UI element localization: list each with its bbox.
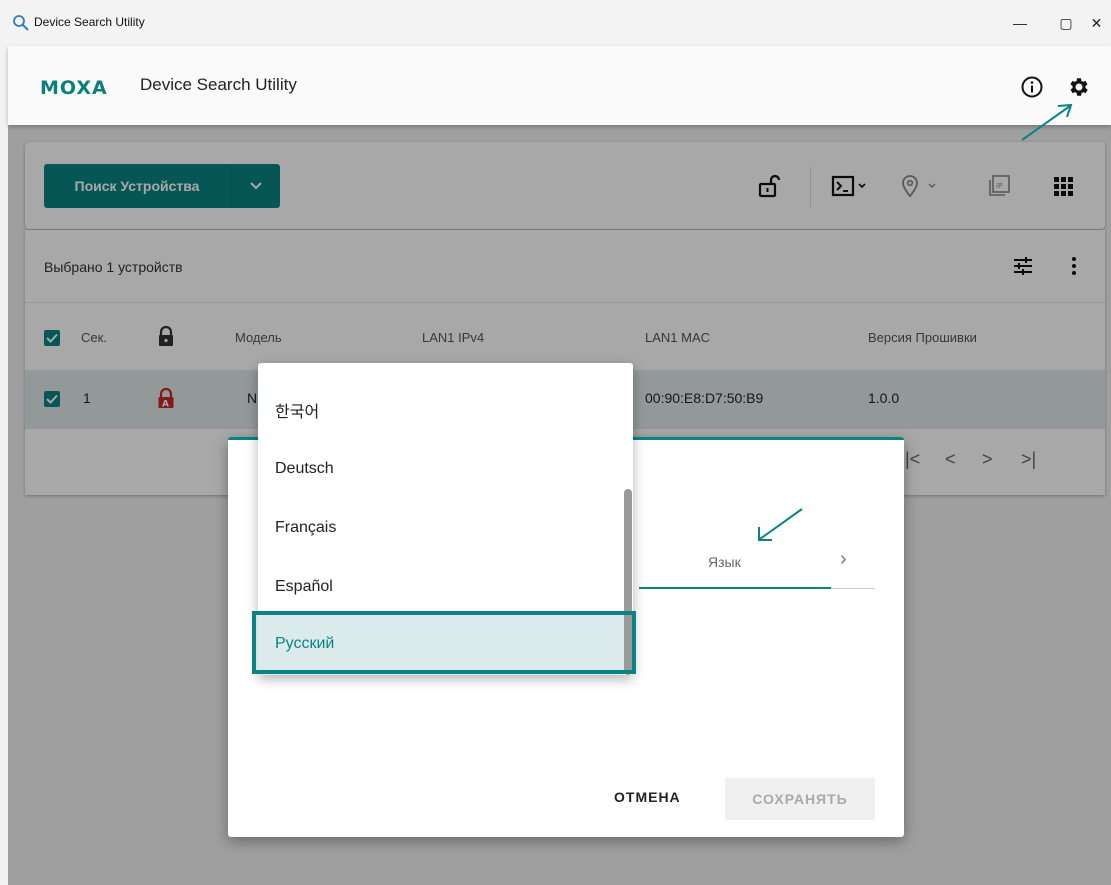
minimize-button[interactable]: — xyxy=(997,0,1043,46)
close-button[interactable]: ✕ xyxy=(1082,0,1111,46)
cancel-button[interactable]: ОТМЕНА xyxy=(614,789,681,805)
window-title: Device Search Utility xyxy=(34,15,145,29)
app-search-icon xyxy=(13,15,29,31)
annotation-arrow-gear-icon xyxy=(1021,103,1073,141)
language-option-korean[interactable]: 한국어 xyxy=(258,381,624,439)
selection-highlight-box xyxy=(252,611,636,674)
annotation-arrow-language-icon xyxy=(758,508,803,541)
app-header: MOXA Device Search Utility xyxy=(8,46,1111,125)
language-field-label[interactable]: Язык xyxy=(708,554,741,570)
field-divider xyxy=(831,588,875,589)
info-icon[interactable] xyxy=(1020,75,1044,99)
chevron-right-icon[interactable]: › xyxy=(840,548,847,571)
moxa-logo: MOXA xyxy=(40,77,108,99)
gear-icon[interactable] xyxy=(1066,75,1090,99)
language-option-german[interactable]: Deutsch xyxy=(258,440,624,498)
language-field-underline xyxy=(639,587,831,589)
save-button[interactable]: СОХРАНЯТЬ xyxy=(725,778,875,820)
language-option-french[interactable]: Français xyxy=(258,499,624,557)
window-titlebar: Device Search Utility — ▢ ✕ xyxy=(0,0,1111,46)
language-option-spanish[interactable]: Español xyxy=(258,558,624,616)
app-title: Device Search Utility xyxy=(140,75,297,94)
